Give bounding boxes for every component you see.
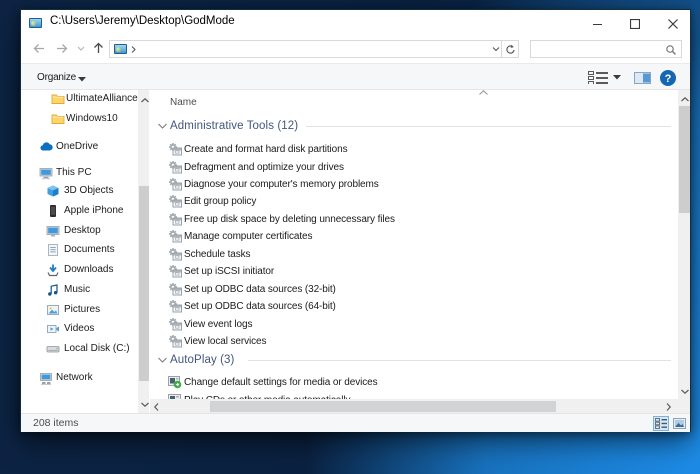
svg-text:?: ? xyxy=(665,73,672,85)
